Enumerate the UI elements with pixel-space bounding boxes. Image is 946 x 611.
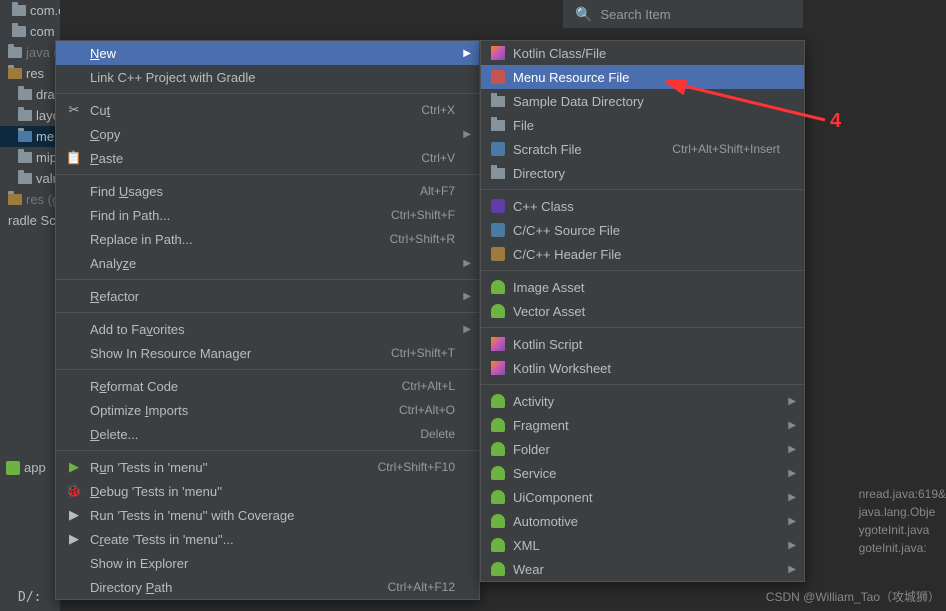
tree-item[interactable]: mip <box>0 147 60 168</box>
new-kotlin-class-file[interactable]: Kotlin Class/File <box>481 41 804 65</box>
tree-item[interactable]: dra <box>0 84 60 105</box>
ctx-show-in-resource-manager[interactable]: Show In Resource ManagerCtrl+Shift+T <box>56 341 479 365</box>
app-module-badge[interactable]: app <box>6 460 46 475</box>
new-sample-data-directory[interactable]: Sample Data Directory <box>481 89 804 113</box>
new-vector-asset[interactable]: Vector Asset <box>481 299 804 323</box>
project-tree[interactable]: com.example.firstapplication (androidTes… <box>0 0 60 611</box>
ctx-link-c-project-with-gradle[interactable]: Link C++ Project with Gradle <box>56 65 479 89</box>
new-directory[interactable]: Directory <box>481 161 804 185</box>
ctx-delete[interactable]: Delete...Delete <box>56 422 479 446</box>
terminal-prompt: D/: <box>18 590 41 605</box>
new-xml[interactable]: XML▶ <box>481 533 804 557</box>
ctx-copy[interactable]: Copy▶ <box>56 122 479 146</box>
new-menu-resource-file[interactable]: Menu Resource File <box>481 65 804 89</box>
tree-item[interactable]: radle Sc <box>0 210 60 231</box>
ctx-replace-in-path[interactable]: Replace in Path...Ctrl+Shift+R <box>56 227 479 251</box>
editor-code-background: nread.java:619& java.lang.Obje ygoteInit… <box>859 485 946 557</box>
separator <box>56 450 479 451</box>
ctx-run-tests-in-menu-with-coverage[interactable]: ▶Run 'Tests in 'menu'' with Coverage <box>56 503 479 527</box>
new-c-c-source-file[interactable]: C/C++ Source File <box>481 218 804 242</box>
separator <box>481 270 804 271</box>
ctx-new[interactable]: New▶ <box>56 41 479 65</box>
ctx-reformat-code[interactable]: Reformat CodeCtrl+Alt+L <box>56 374 479 398</box>
tree-item[interactable]: com.example.firstapplication (androidTes… <box>0 0 60 21</box>
new-folder[interactable]: Folder▶ <box>481 437 804 461</box>
separator <box>56 93 479 94</box>
tree-item[interactable]: res <box>0 63 60 84</box>
separator <box>56 312 479 313</box>
ctx-paste[interactable]: 📋PasteCtrl+V <box>56 146 479 170</box>
ctx-optimize-imports[interactable]: Optimize ImportsCtrl+Alt+O <box>56 398 479 422</box>
ctx-find-in-path[interactable]: Find in Path...Ctrl+Shift+F <box>56 203 479 227</box>
context-menu[interactable]: New▶Link C++ Project with Gradle ✂CutCtrl… <box>55 40 480 600</box>
annotation-number: 4 <box>830 110 841 133</box>
new-c-c-header-file[interactable]: C/C++ Header File <box>481 242 804 266</box>
tree-item[interactable]: java (g <box>0 42 60 63</box>
ctx-show-in-explorer[interactable]: Show in Explorer <box>56 551 479 575</box>
android-icon <box>6 461 20 475</box>
new-automotive[interactable]: Automotive▶ <box>481 509 804 533</box>
new-c-class[interactable]: C++ Class <box>481 194 804 218</box>
new-kotlin-worksheet[interactable]: Kotlin Worksheet <box>481 356 804 380</box>
ctx-analyze[interactable]: Analyze▶ <box>56 251 479 275</box>
new-uicomponent[interactable]: UiComponent▶ <box>481 485 804 509</box>
ctx-debug-tests-in-menu[interactable]: 🐞Debug 'Tests in 'menu'' <box>56 479 479 503</box>
search-icon: 🔍 <box>575 6 592 23</box>
tree-item[interactable]: layo <box>0 105 60 126</box>
new-activity[interactable]: Activity▶ <box>481 389 804 413</box>
search-placeholder: Search Item <box>600 7 670 22</box>
new-scratch-file[interactable]: Scratch FileCtrl+Alt+Shift+Insert <box>481 137 804 161</box>
separator <box>481 327 804 328</box>
ctx-refactor[interactable]: Refactor▶ <box>56 284 479 308</box>
watermark: CSDN @William_Tao（攻城狮） <box>766 588 940 605</box>
ctx-create-tests-in-menu[interactable]: ▶Create 'Tests in 'menu''... <box>56 527 479 551</box>
new-fragment[interactable]: Fragment▶ <box>481 413 804 437</box>
tree-item[interactable]: res (ge <box>0 189 60 210</box>
separator <box>56 279 479 280</box>
search-item-bar[interactable]: 🔍 Search Item <box>563 0 803 28</box>
ctx-directory-path[interactable]: Directory PathCtrl+Alt+F12 <box>56 575 479 599</box>
ctx-cut[interactable]: ✂CutCtrl+X <box>56 98 479 122</box>
new-image-asset[interactable]: Image Asset <box>481 275 804 299</box>
separator <box>481 384 804 385</box>
tree-item-menu[interactable]: me <box>0 126 60 147</box>
ctx-find-usages[interactable]: Find UsagesAlt+F7 <box>56 179 479 203</box>
separator <box>56 369 479 370</box>
new-kotlin-script[interactable]: Kotlin Script <box>481 332 804 356</box>
new-wear[interactable]: Wear▶ <box>481 557 804 581</box>
tree-item[interactable]: com <box>0 21 60 42</box>
separator <box>481 189 804 190</box>
ctx-add-to-favorites[interactable]: Add to Favorites▶ <box>56 317 479 341</box>
separator <box>56 174 479 175</box>
ctx-run-tests-in-menu[interactable]: ▶Run 'Tests in 'menu''Ctrl+Shift+F10 <box>56 455 479 479</box>
new-service[interactable]: Service▶ <box>481 461 804 485</box>
new-file[interactable]: File <box>481 113 804 137</box>
tree-item[interactable]: valu <box>0 168 60 189</box>
new-submenu[interactable]: Kotlin Class/FileMenu Resource FileSampl… <box>480 40 805 582</box>
